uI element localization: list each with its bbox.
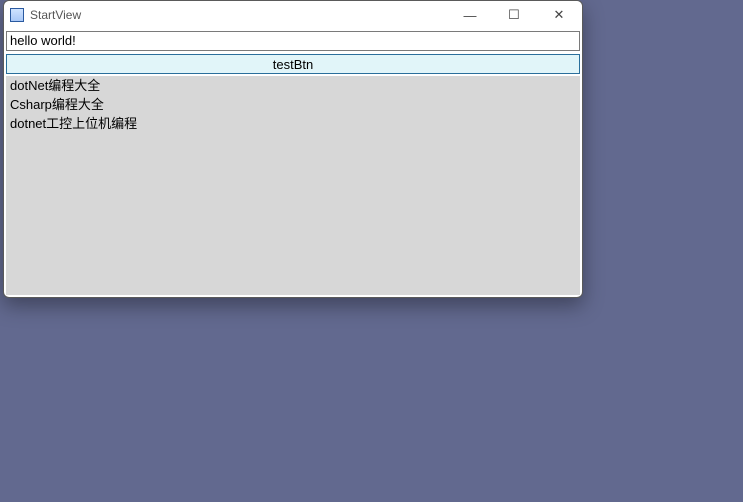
app-window: StartView — ☐ ✕ hello world! testBtn dot…: [3, 0, 583, 298]
title-bar[interactable]: StartView — ☐ ✕: [4, 1, 582, 29]
window-title: StartView: [30, 8, 448, 22]
text-input-value: hello world!: [10, 32, 76, 50]
client-area: hello world! testBtn dotNet编程大全 Csharp编程…: [4, 29, 582, 297]
list-item[interactable]: dotNet编程大全: [6, 76, 580, 95]
app-icon: [10, 8, 24, 22]
list-item[interactable]: dotnet工控上位机编程: [6, 114, 580, 133]
text-input[interactable]: hello world!: [6, 31, 580, 51]
window-controls: — ☐ ✕: [448, 1, 582, 29]
test-button-label: testBtn: [273, 57, 313, 72]
list-box[interactable]: dotNet编程大全 Csharp编程大全 dotnet工控上位机编程: [6, 76, 580, 295]
minimize-button[interactable]: —: [448, 1, 492, 29]
maximize-button[interactable]: ☐: [492, 1, 536, 29]
close-button[interactable]: ✕: [536, 1, 582, 29]
list-item[interactable]: Csharp编程大全: [6, 95, 580, 114]
test-button[interactable]: testBtn: [6, 54, 580, 74]
